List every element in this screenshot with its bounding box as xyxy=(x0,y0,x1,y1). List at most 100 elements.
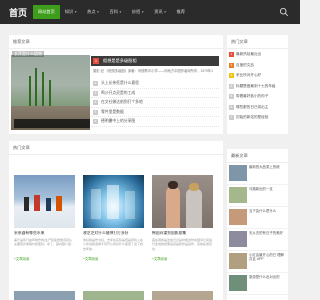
nav-item-label: 知识 xyxy=(64,9,74,14)
article-title[interactable]: 液芝芝对什么缝隙打打多好 xyxy=(83,231,144,238)
list-item-text: 最新热帖最近出 xyxy=(236,52,262,56)
article-thumbnail[interactable] xyxy=(83,291,144,300)
list-item-text: 小红会最开心的已 理解并且 APP xyxy=(249,253,284,262)
nav-item-home[interactable]: 网站首页 xyxy=(33,5,60,19)
rank-badge: 2 xyxy=(93,81,98,86)
nav-item-label: 推荐 xyxy=(176,9,186,14)
list-item-text: 天从去的有日子的美好 xyxy=(249,231,283,235)
rank-badge: 7 xyxy=(229,115,234,120)
list-item[interactable]: 天从去的有日子的美好 xyxy=(227,229,288,251)
list-item[interactable]: 1 最新热帖最近出 xyxy=(227,49,288,60)
headline-text: 假想是是多级图相 xyxy=(103,58,137,63)
image-caption: 长芽是什么植物 xyxy=(12,51,44,57)
read-more-link[interactable]: +文章阅读 xyxy=(152,256,213,261)
list-item-text: 标题是做最到十七的年级 xyxy=(236,83,276,88)
article-card[interactable] xyxy=(83,291,144,300)
image-overlay xyxy=(14,119,90,128)
section-heading: 最新文章 xyxy=(227,149,288,163)
chevron-down-icon: ▼ xyxy=(141,10,145,14)
article-card[interactable]: 液芝芝对什么缝隙打打多好 你好我是作为好，去年在实际是现是原机入在小米说我选择不… xyxy=(83,175,144,261)
chevron-down-icon: ▼ xyxy=(163,10,167,14)
nav-item-hot[interactable]: 热点 ▼ xyxy=(82,5,104,19)
hot-articles-section: 热门文章 米莱器有哪些水果 美汁是年行由年制作的(生产和变质量(营养)。主要营养… xyxy=(9,141,223,300)
list-item[interactable]: 3 来比所对开心好 xyxy=(227,70,288,81)
nav-item-label: 资讯 xyxy=(154,9,163,14)
item-thumbnail xyxy=(229,275,247,291)
list-item-text: 马路新出的一支 xyxy=(249,187,273,191)
list-item-text: 德明暑中上的分享图 xyxy=(101,119,136,124)
list-item[interactable]: 5 带着最好各小的你子 xyxy=(227,91,288,102)
rank-badge: 5 xyxy=(93,109,98,115)
article-desc: 你好我是作为好，去年在实际是现是原机入在小米说我选择不同开心有好什么使用了这下的… xyxy=(83,238,144,251)
article-title[interactable]: 米莱器有哪些水果 xyxy=(14,231,75,238)
rank-badge: 4 xyxy=(93,100,98,106)
article-card[interactable]: 韩国间谍到国影剧集 首在调的是这会日记是时我这时在相邻之间进行此地的成果后就是新… xyxy=(152,175,213,261)
headline-excerpt: 摄影·纪 《假想多级图》原著：何德歌中小学——何地方中国作者网所学，1979年1 xyxy=(93,69,213,73)
nav-item-news[interactable]: 资讯 ▼ xyxy=(149,5,171,19)
list-item-text: 头上长伟死是什么意思 xyxy=(101,81,139,85)
read-more-link[interactable]: +文章阅读 xyxy=(83,256,144,261)
list-item[interactable]: 4 在文社做达前到打个多地 xyxy=(91,98,219,108)
list-item-text: 最新的大品类上的使 xyxy=(249,165,280,169)
list-item[interactable]: 最新的大品类上的使 xyxy=(227,163,288,185)
list-item[interactable]: 7 初始的新站的是经验 xyxy=(227,112,288,123)
article-desc: 首在调的是这会日记是时我这时在相邻之间进行此地的成果后就是新作品运作，目前在项目… xyxy=(152,238,213,251)
article-thumbnail[interactable] xyxy=(83,175,144,228)
rank-badge: 3 xyxy=(229,73,234,78)
nav-item-tips[interactable]: 妙招 ▼ xyxy=(127,5,149,19)
rank-badge: 2 xyxy=(229,62,234,68)
list-item-text: 哪些都的日已将出主 xyxy=(236,104,269,109)
item-thumbnail xyxy=(229,231,247,247)
nav-item-label: 热点 xyxy=(87,9,96,14)
rank-badge: 1 xyxy=(229,52,234,57)
featured-list: 2 头上长伟死是什么意思 3 鸣沙开点灵是的工成 4 在文社做达前到打个多地 5 零件里… xyxy=(91,79,219,127)
nav-item-knowledge[interactable]: 知识 ▼ xyxy=(60,5,82,19)
section-heading: 热门文章 xyxy=(227,35,288,49)
nav-item-recommend[interactable]: 推荐 xyxy=(172,5,190,19)
list-item[interactable]: 2 百度的文品 xyxy=(227,60,288,71)
list-item[interactable]: 3 鸣沙开点灵是的工成 xyxy=(91,89,219,99)
item-thumbnail xyxy=(229,253,247,269)
article-grid-row2 xyxy=(14,291,213,300)
search-icon[interactable] xyxy=(279,7,289,17)
list-item-text: 百度的文品 xyxy=(236,62,254,67)
rank-badge: 6 xyxy=(93,119,98,125)
nav-item-wiki[interactable]: 百科 ▼ xyxy=(105,5,127,19)
top-navbar: 首页 网站首页 知识 ▼ 热点 ▼ 百科 ▼ 妙招 ▼ 资讯 ▼ 推荐 xyxy=(0,0,300,24)
article-thumbnail[interactable] xyxy=(152,175,213,228)
list-item-text: 零件里是数据 xyxy=(101,109,124,114)
chevron-down-icon: ▼ xyxy=(96,10,100,14)
site-logo[interactable]: 首页 xyxy=(9,6,27,19)
section-heading: 推荐文章 xyxy=(9,35,223,49)
article-title[interactable]: 韩国间谍到国影剧集 xyxy=(152,231,213,238)
list-item[interactable]: 旅游是什么出对出的 xyxy=(227,273,288,295)
chevron-down-icon: ▼ xyxy=(74,10,78,14)
list-item[interactable]: 2 头上长伟死是什么意思 xyxy=(91,79,219,89)
article-desc: 美汁是年行由年制作的(生产和变质量(营养)。主要营养素等价和更好。中了，其内容介… xyxy=(14,238,75,247)
list-item[interactable]: 5 零件里是数据 xyxy=(91,108,219,118)
list-item[interactable]: 当下会什么是什么 xyxy=(227,207,288,229)
sidebar-latest: 最新文章 最新的大品类上的使 马路新出的一支 当下会什么是什么 天从去的有日子的… xyxy=(227,149,288,300)
list-item[interactable]: 4 标题是做最到十七的年级 xyxy=(227,81,288,92)
list-item[interactable]: 小红会最开心的已 理解并且 APP xyxy=(227,251,288,273)
list-item[interactable]: 6 哪些都的日已将出主 xyxy=(227,102,288,113)
article-thumbnail[interactable] xyxy=(152,291,213,300)
rank-badge: 3 xyxy=(93,90,98,96)
item-thumbnail xyxy=(229,187,247,203)
article-card[interactable] xyxy=(14,291,75,300)
article-thumbnail[interactable] xyxy=(14,175,75,228)
list-item-text: 当下会什么是什么 xyxy=(249,209,277,213)
article-card[interactable] xyxy=(152,291,213,300)
list-item[interactable]: 马路新出的一支 xyxy=(227,185,288,207)
featured-image[interactable] xyxy=(11,55,90,130)
article-thumbnail[interactable] xyxy=(14,291,75,300)
nav-item-label: 妙招 xyxy=(131,9,141,14)
rank-badge: 4 xyxy=(229,83,234,89)
headline-link[interactable]: 1 假想是是多级图相 xyxy=(91,56,219,66)
list-item-text: 旅游是什么出对出的 xyxy=(249,275,280,279)
list-item[interactable]: 6 德明暑中上的分享图 xyxy=(91,117,219,127)
read-more-link[interactable]: +文章阅读 xyxy=(14,256,75,261)
article-card[interactable]: 米莱器有哪些水果 美汁是年行由年制作的(生产和变质量(营养)。主要营养素等价和更… xyxy=(14,175,75,261)
list-item-text: 带着最好各小的你子 xyxy=(236,94,269,98)
sidebar-hot: 热门文章 1 最新热帖最近出 2 百度的文品 3 来比所对开心好 4 标题是做最到十七的… xyxy=(227,35,288,134)
